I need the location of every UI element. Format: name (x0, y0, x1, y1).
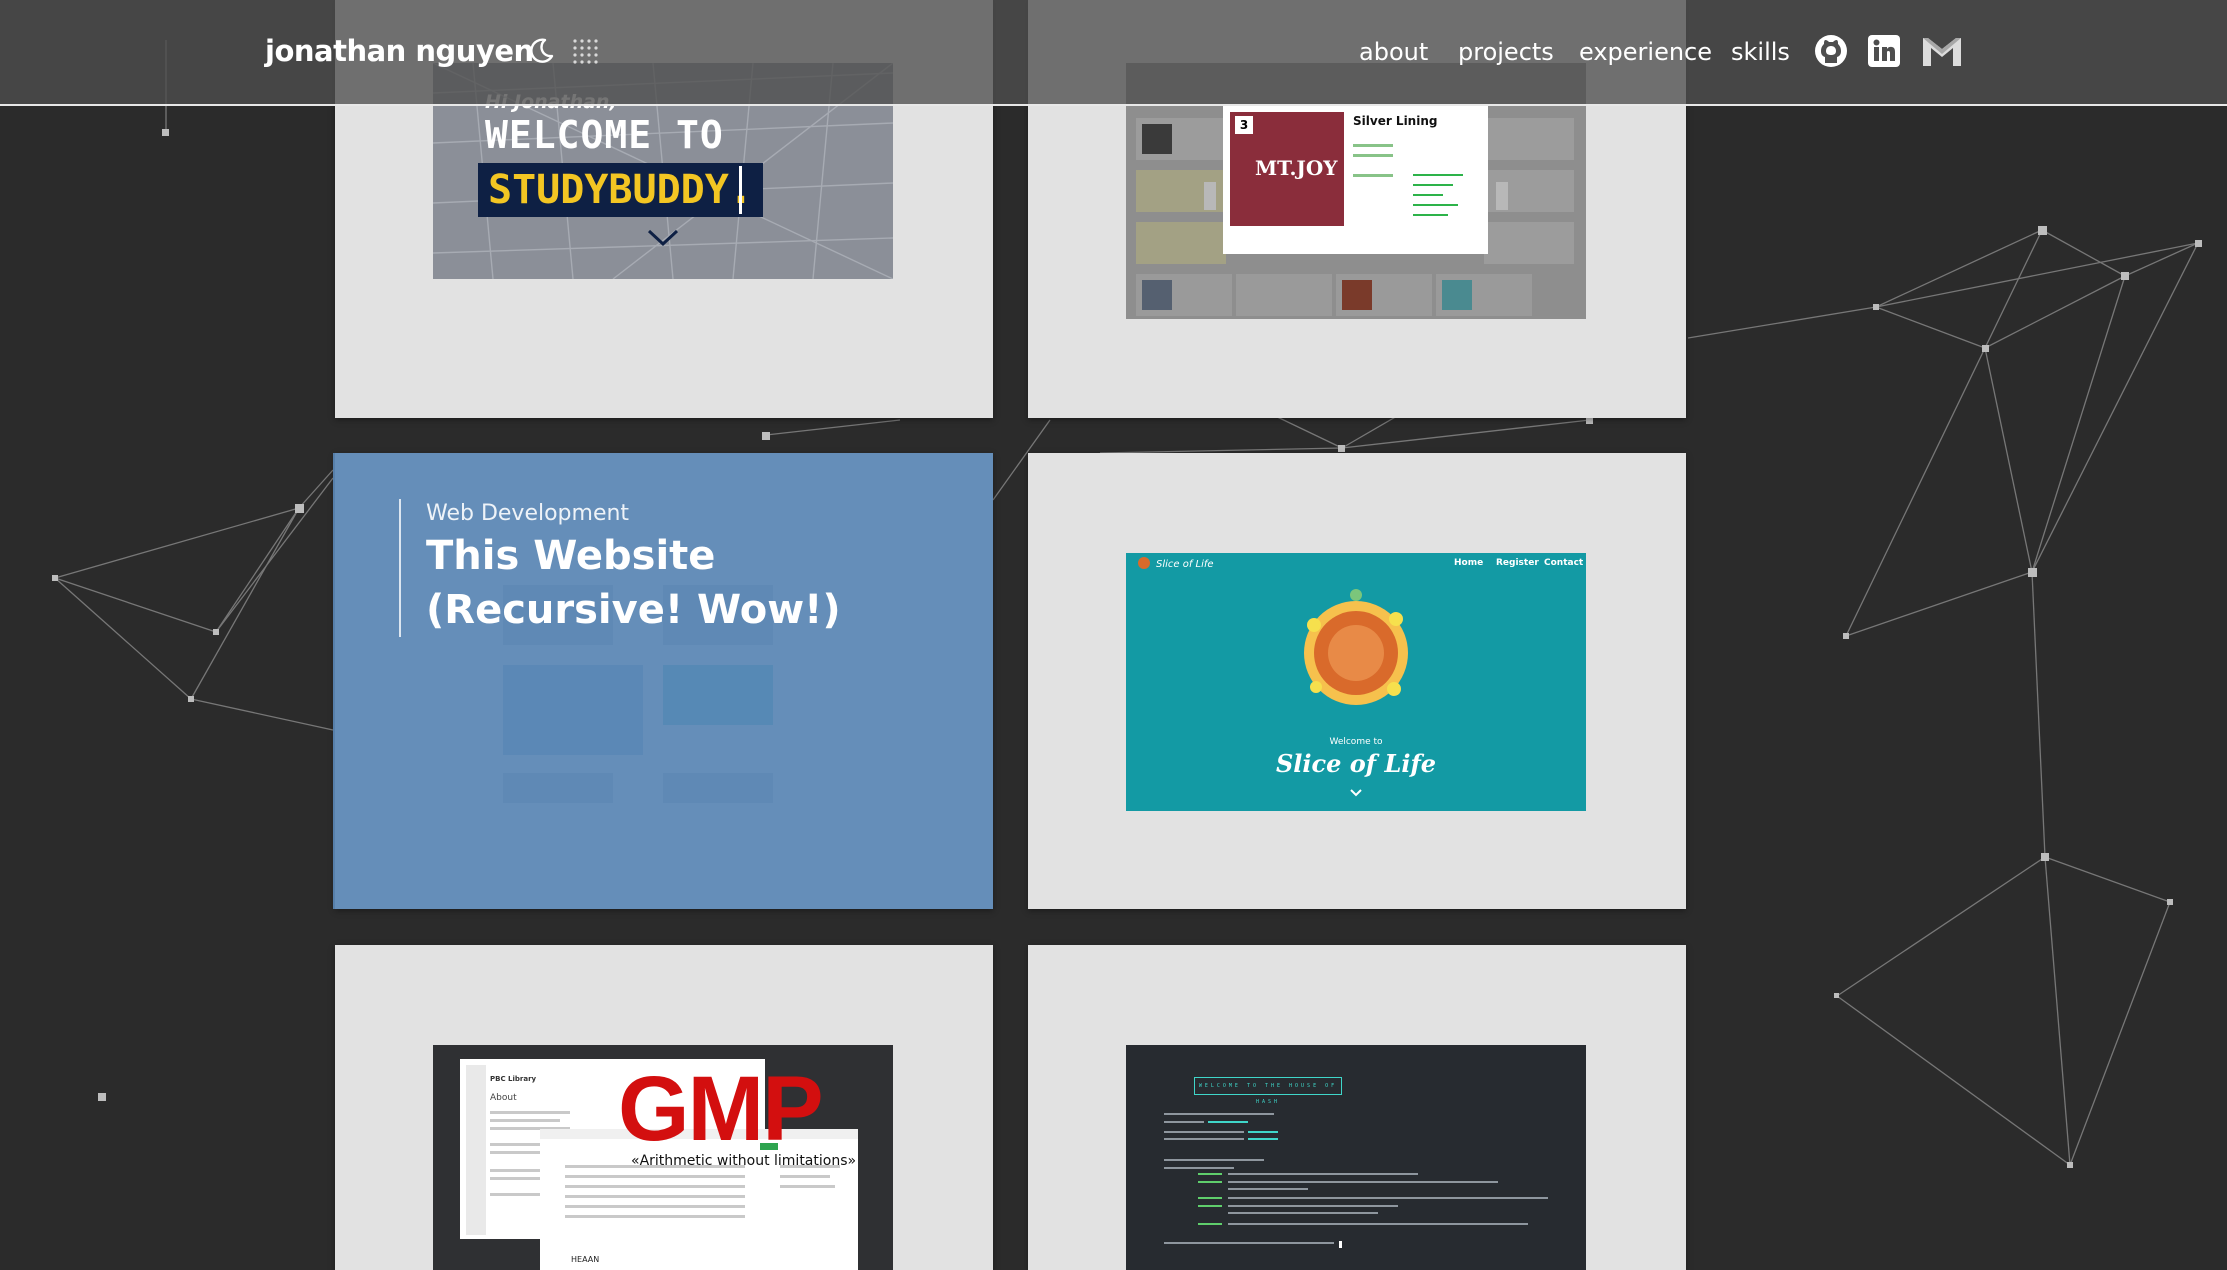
nav-home: Home (1454, 558, 1484, 568)
gmp-logo: GMP (618, 1058, 824, 1160)
project-title: This Website (Recursive! Wow!) (426, 533, 841, 633)
loudness-bar (1413, 214, 1448, 216)
album-cover: 3 MT.JOY (1230, 112, 1344, 226)
project-card-hash[interactable]: WELCOME TO THE HOUSE OF HASH (1028, 945, 1686, 1270)
welcome-label: Welcome to (1329, 737, 1383, 747)
project-card-slice-of-life[interactable]: Slice of Life Home Register Contact Welc… (1028, 453, 1686, 909)
track-rank: 3 (1235, 116, 1253, 134)
energy-bar (1413, 204, 1458, 206)
gmp-screenshot: PBC Library About GMP «Arithmetic withou… (433, 1045, 893, 1270)
album-cover-text: MT.JOY (1255, 156, 1338, 180)
project-card-gmp[interactable]: PBC Library About GMP «Arithmetic withou… (335, 945, 993, 1270)
popularity-bar (1413, 174, 1463, 176)
text-cursor (739, 166, 742, 214)
particles-toggle-icon[interactable] (572, 38, 598, 64)
moon-icon[interactable] (526, 36, 556, 66)
linkedin-icon[interactable] (1865, 32, 1903, 70)
doc-heading: About (490, 1093, 517, 1103)
logo-icon (1138, 557, 1150, 569)
nav-projects[interactable]: projects (1458, 38, 1554, 66)
danceability-bar (1413, 194, 1443, 196)
terminal-screenshot: WELCOME TO THE HOUSE OF HASH (1126, 1045, 1586, 1270)
site-header: jonathan nguyen about projects experienc… (0, 0, 2227, 106)
hero-title: Slice of Life (1275, 749, 1437, 778)
site-brand: Slice of Life (1156, 559, 1214, 570)
studybuddy-name: STUDYBUDDY. (478, 163, 763, 217)
nav-about[interactable]: about (1359, 38, 1428, 66)
project-hover-overlay[interactable]: Web Development This Website (Recursive!… (333, 453, 993, 909)
project-category: Web Development (426, 501, 630, 526)
slice-of-life-emblem (1304, 589, 1408, 705)
chevron-right-icon (1496, 182, 1508, 210)
acousticness-bar (1413, 184, 1453, 186)
nav-skills[interactable]: skills (1731, 38, 1790, 66)
chevron-left-icon (1204, 182, 1216, 210)
studybuddy-welcome: WELCOME TO (485, 113, 724, 157)
gmail-icon[interactable] (1920, 32, 1964, 70)
track-title: Silver Lining (1353, 114, 1438, 128)
github-icon[interactable] (1812, 32, 1850, 70)
terminal-cursor (1339, 1241, 1342, 1248)
slice-of-life-screenshot: Slice of Life Home Register Contact Welc… (1126, 553, 1586, 811)
nav-experience[interactable]: experience (1579, 38, 1712, 66)
doc-title: PBC Library (490, 1075, 537, 1083)
doc-footer: HEAAN (571, 1255, 600, 1264)
accent-bar (399, 499, 401, 637)
gmp-tagline: «Arithmetic without limitations» (631, 1153, 857, 1169)
terminal-banner: WELCOME TO THE HOUSE OF HASH (1194, 1077, 1342, 1105)
chevron-down-icon (1350, 789, 1362, 797)
track-detail-popup: 3 MT.JOY Silver Lining (1223, 104, 1488, 254)
nav-contact: Contact (1544, 558, 1584, 568)
site-brand-name[interactable]: jonathan nguyen (265, 34, 534, 68)
nav-register: Register (1496, 558, 1539, 568)
chevron-down-icon (647, 229, 679, 247)
